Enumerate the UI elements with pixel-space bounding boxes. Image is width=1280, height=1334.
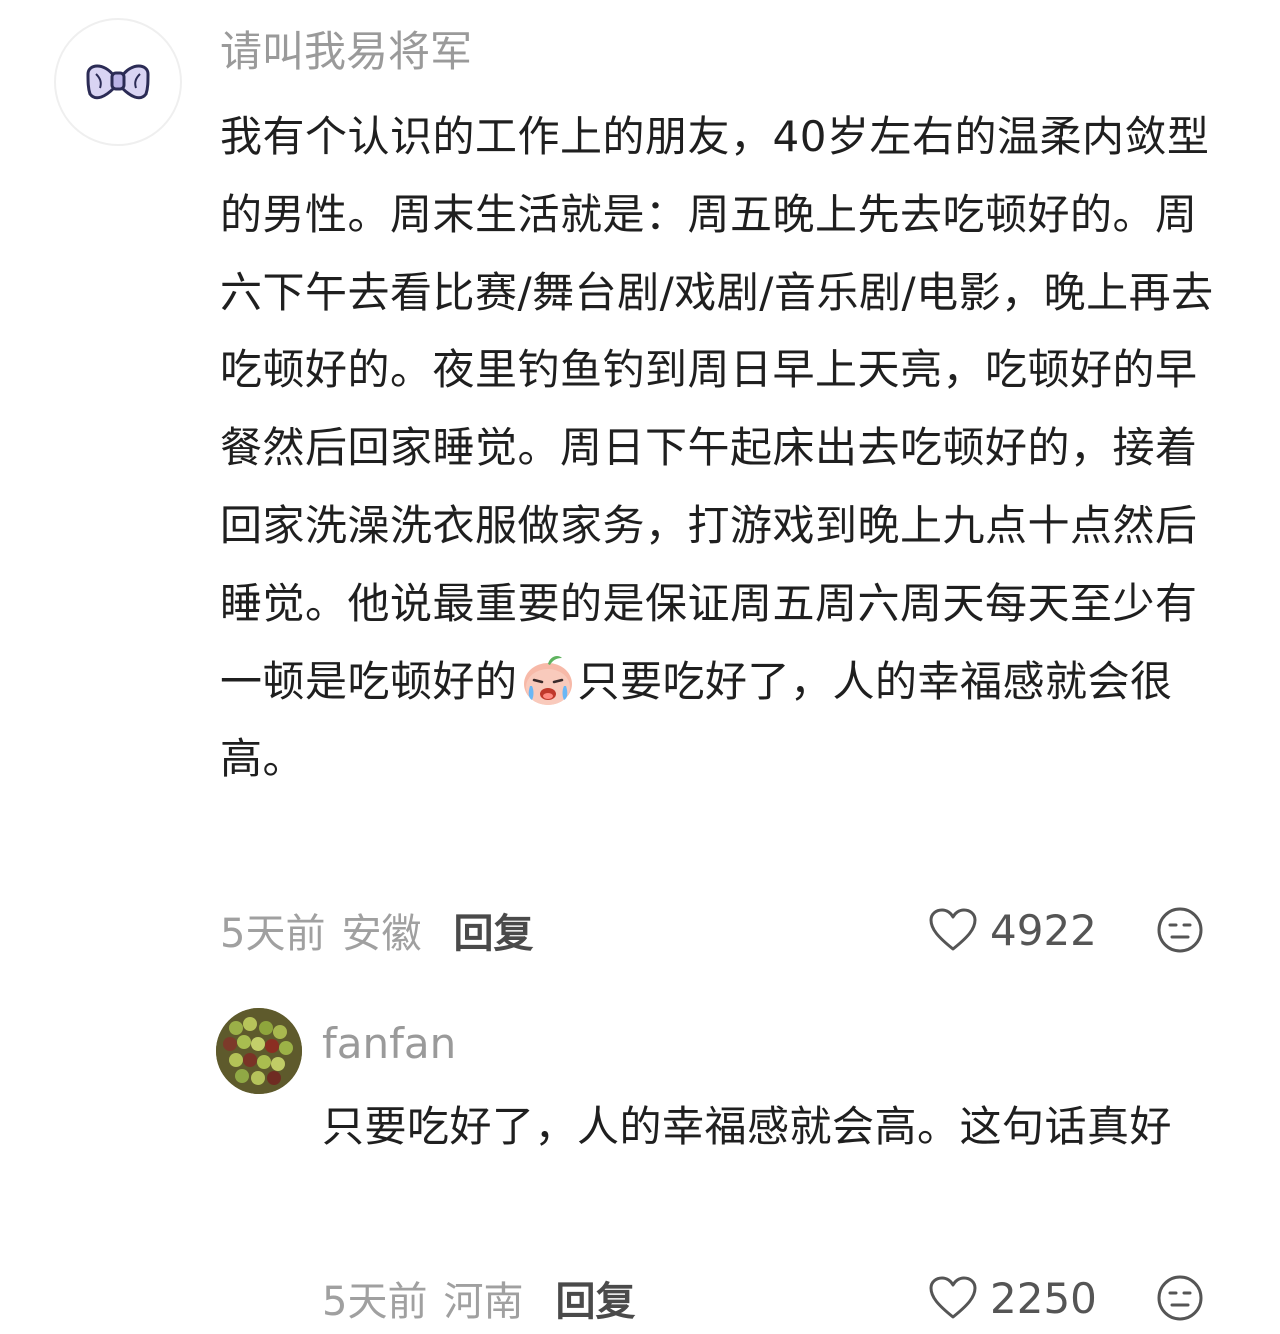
grapes-photo-icon xyxy=(216,1008,302,1094)
comment-location: 安徽 xyxy=(341,911,422,957)
heart-icon xyxy=(929,908,977,951)
comment-location: 河南 xyxy=(443,1279,524,1325)
comment-meta: 5天前 安徽 回复 xyxy=(220,900,533,960)
comment-author[interactable]: 请叫我易将军 xyxy=(220,26,472,78)
neutral-face-icon xyxy=(1157,1275,1203,1321)
like-button[interactable]: 2250 xyxy=(928,1268,1097,1328)
comment-text-part: 我有个认识的工作上的朋友，40岁左右的温柔内敛型的男性。周末生活就是：周五晚上先… xyxy=(220,112,1214,706)
comment-author[interactable]: fanfan xyxy=(322,1018,456,1070)
avatar[interactable] xyxy=(216,1008,302,1094)
like-button[interactable]: 4922 xyxy=(928,900,1097,960)
avatar[interactable] xyxy=(54,18,182,146)
reply-button[interactable]: 回复 xyxy=(555,1269,635,1327)
comment-meta: 5天前 河南 回复 xyxy=(322,1268,635,1328)
like-count: 2250 xyxy=(990,1273,1097,1323)
comment-text: 只要吃好了，人的幸福感就会高。这句话真好 xyxy=(322,1102,1173,1151)
crying-peach-emoji-icon xyxy=(520,652,576,708)
comment-text: 我有个认识的工作上的朋友，40岁左右的温柔内敛型的男性。周末生活就是：周五晚上先… xyxy=(220,98,1230,798)
reply-button[interactable]: 回复 xyxy=(453,901,533,959)
heart-icon xyxy=(929,1276,977,1319)
comment-time: 5天前 xyxy=(220,911,326,957)
dislike-button[interactable] xyxy=(1156,1274,1204,1322)
comment-time: 5天前 xyxy=(322,1279,428,1325)
neutral-face-icon xyxy=(1157,907,1203,953)
bow-tie-icon xyxy=(86,64,150,100)
dislike-button[interactable] xyxy=(1156,906,1204,954)
like-count: 4922 xyxy=(990,905,1097,955)
